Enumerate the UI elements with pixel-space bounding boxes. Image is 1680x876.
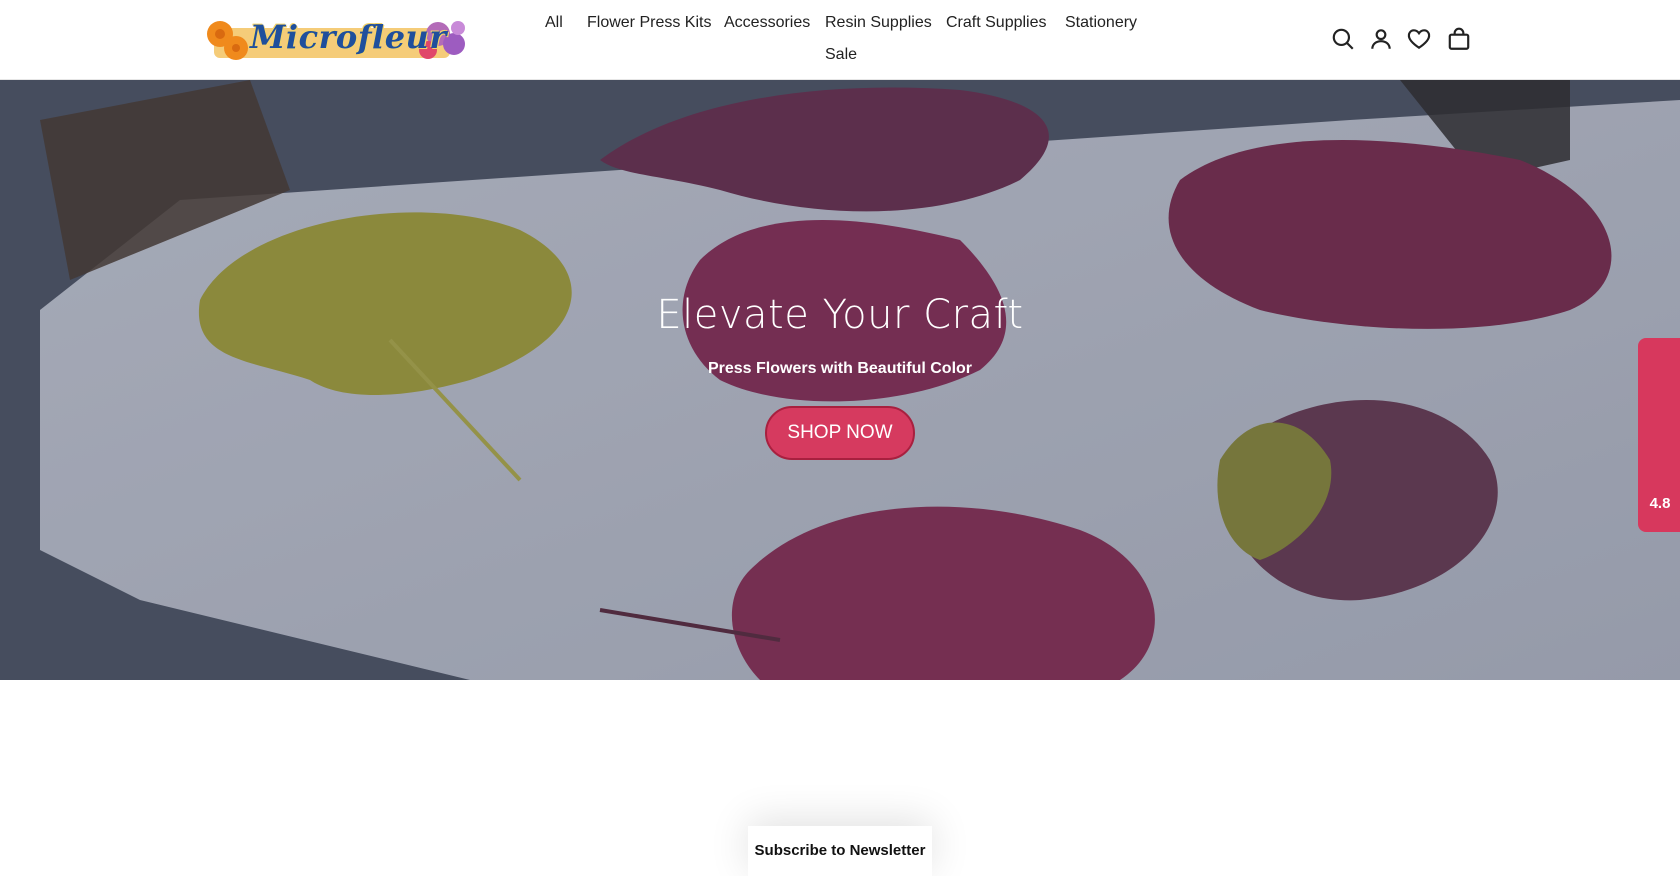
- reviews-side-tab[interactable]: 4.8: [1638, 338, 1680, 532]
- main-navigation: All Flower Press Kits Accessories Resin …: [530, 10, 1150, 74]
- header-icons: [1330, 26, 1480, 54]
- hero-overlay: [0, 80, 1680, 680]
- nav-item-stationery[interactable]: Stationery: [1065, 14, 1137, 32]
- cart-bag-icon[interactable]: [1446, 26, 1474, 54]
- hero-banner: Elevate Your Craft Press Flowers with Be…: [0, 80, 1680, 680]
- nav-item-flower-press-kits[interactable]: Flower Press Kits: [587, 14, 711, 32]
- search-icon[interactable]: [1330, 26, 1358, 54]
- hero-title: Elevate Your Craft: [656, 292, 1024, 338]
- subscribe-newsletter-button[interactable]: Subscribe to Newsletter: [748, 826, 932, 876]
- wishlist-heart-icon[interactable]: [1406, 26, 1434, 54]
- reviews-score: 4.8: [1649, 495, 1671, 512]
- nav-item-craft-supplies[interactable]: Craft Supplies: [946, 14, 1047, 32]
- nav-item-resin-supplies[interactable]: Resin Supplies: [825, 14, 932, 32]
- logo-wordmark: Microfleur: [250, 18, 447, 56]
- nav-item-sale[interactable]: Sale: [825, 46, 857, 64]
- account-icon[interactable]: [1368, 26, 1396, 54]
- hero-subtitle: Press Flowers with Beautiful Color: [707, 360, 973, 377]
- shop-now-button[interactable]: SHOP NOW: [765, 406, 915, 460]
- nav-item-all[interactable]: All: [545, 14, 563, 32]
- site-header: Microfleur All Flower Press Kits Accesso…: [0, 0, 1680, 80]
- microfleur-logo[interactable]: Microfleur: [196, 12, 472, 68]
- nav-item-accessories[interactable]: Accessories: [724, 14, 810, 32]
